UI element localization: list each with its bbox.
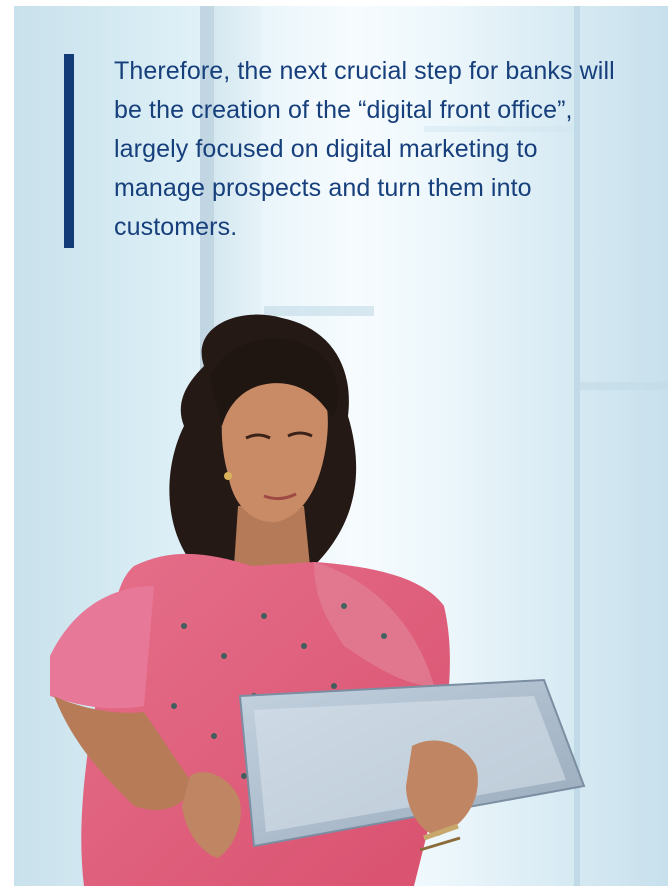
document-page: Therefore, the next crucial step for ban…	[0, 0, 668, 886]
quote-accent-bar	[64, 54, 74, 248]
pull-quote-text: Therefore, the next crucial step for ban…	[114, 57, 615, 241]
